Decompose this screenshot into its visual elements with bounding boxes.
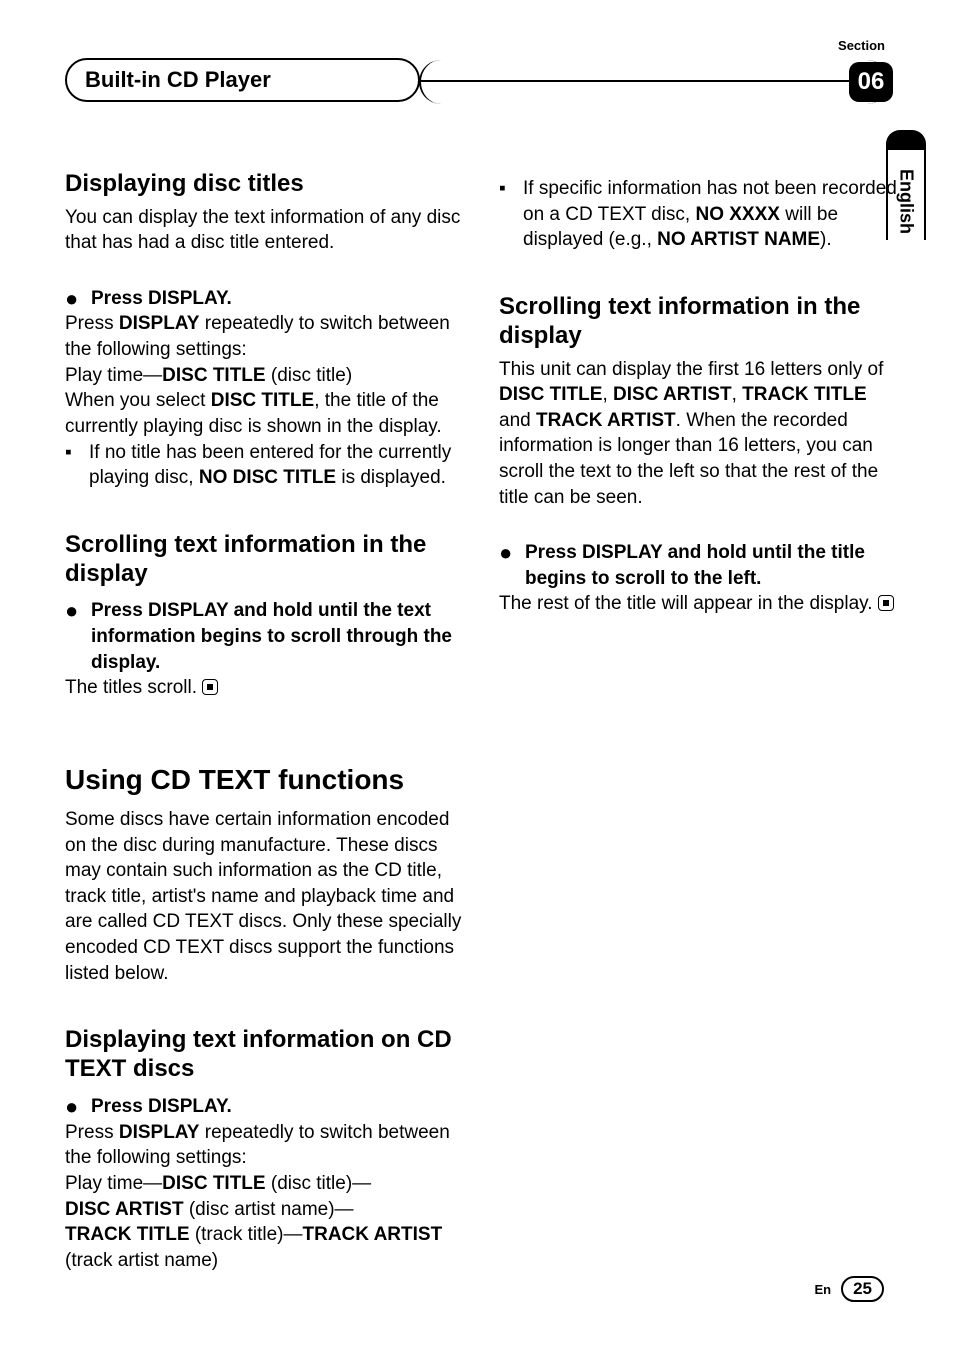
- body-text: Play time—DISC TITLE (disc title): [65, 363, 463, 389]
- section-displaying-text-info: Displaying text information on CD TEXT d…: [65, 1026, 463, 1273]
- footer-lang: En: [814, 1282, 831, 1297]
- section-displaying-disc-titles: Displaying disc titles You can display t…: [65, 170, 463, 491]
- body-text: The titles scroll.: [65, 675, 463, 701]
- body-text: Press DISPLAY repeatedly to switch betwe…: [65, 311, 463, 362]
- language-tab-label: English: [896, 169, 917, 234]
- left-column: Displaying disc titles You can display t…: [65, 170, 463, 1314]
- section-number: 06: [849, 62, 893, 102]
- content-columns: Displaying disc titles You can display t…: [65, 170, 897, 1314]
- section-scrolling-text-left: Scrolling text information in the displa…: [65, 531, 463, 701]
- heading: Displaying text information on CD TEXT d…: [65, 1026, 463, 1084]
- note: ▪If specific information has not been re…: [499, 176, 897, 253]
- chapter-title: Built-in CD Player: [85, 67, 271, 93]
- step: ●Press DISPLAY.: [65, 1090, 463, 1120]
- page-footer: En 25: [814, 1276, 884, 1302]
- section-continued: ▪If specific information has not been re…: [499, 176, 897, 253]
- end-mark-icon: [202, 679, 218, 695]
- step: ●Press DISPLAY.: [65, 282, 463, 312]
- body-text: The rest of the title will appear in the…: [499, 591, 897, 617]
- section-label: Section: [838, 38, 885, 53]
- footer-page-number: 25: [841, 1276, 884, 1302]
- body-text: When you select DISC TITLE, the title of…: [65, 388, 463, 439]
- heading-main: Using CD TEXT functions: [65, 761, 463, 799]
- step: ●Press DISPLAY and hold until the text i…: [65, 594, 463, 675]
- heading: Displaying disc titles: [65, 170, 463, 199]
- intro-text: You can display the text information of …: [65, 205, 463, 256]
- body-text: (track artist name): [65, 1248, 463, 1274]
- right-column: ▪If specific information has not been re…: [499, 170, 897, 1314]
- section-using-cd-text: Using CD TEXT functions Some discs have …: [65, 761, 463, 986]
- chapter-title-pill: Built-in CD Player: [65, 58, 420, 102]
- body-text: Play time—DISC TITLE (disc title)—: [65, 1171, 463, 1197]
- page-header: Built-in CD Player Section 06: [65, 40, 889, 100]
- intro-text: Some discs have certain information enco…: [65, 807, 463, 986]
- body-text: DISC ARTIST (disc artist name)—: [65, 1197, 463, 1223]
- section-indicator: Section 06: [419, 60, 889, 104]
- step: ●Press DISPLAY and hold until the title …: [499, 536, 897, 591]
- note: ▪If no title has been entered for the cu…: [65, 440, 463, 491]
- heading: Scrolling text information in the displa…: [65, 531, 463, 589]
- body-text: TRACK TITLE (track title)—TRACK ARTIST: [65, 1222, 463, 1248]
- body-text: Press DISPLAY repeatedly to switch betwe…: [65, 1120, 463, 1171]
- heading: Scrolling text information in the displa…: [499, 293, 897, 351]
- end-mark-icon: [878, 595, 894, 611]
- section-scrolling-text-right: Scrolling text information in the displa…: [499, 293, 897, 617]
- language-tab: English: [886, 130, 926, 240]
- intro-text: This unit can display the first 16 lette…: [499, 357, 897, 511]
